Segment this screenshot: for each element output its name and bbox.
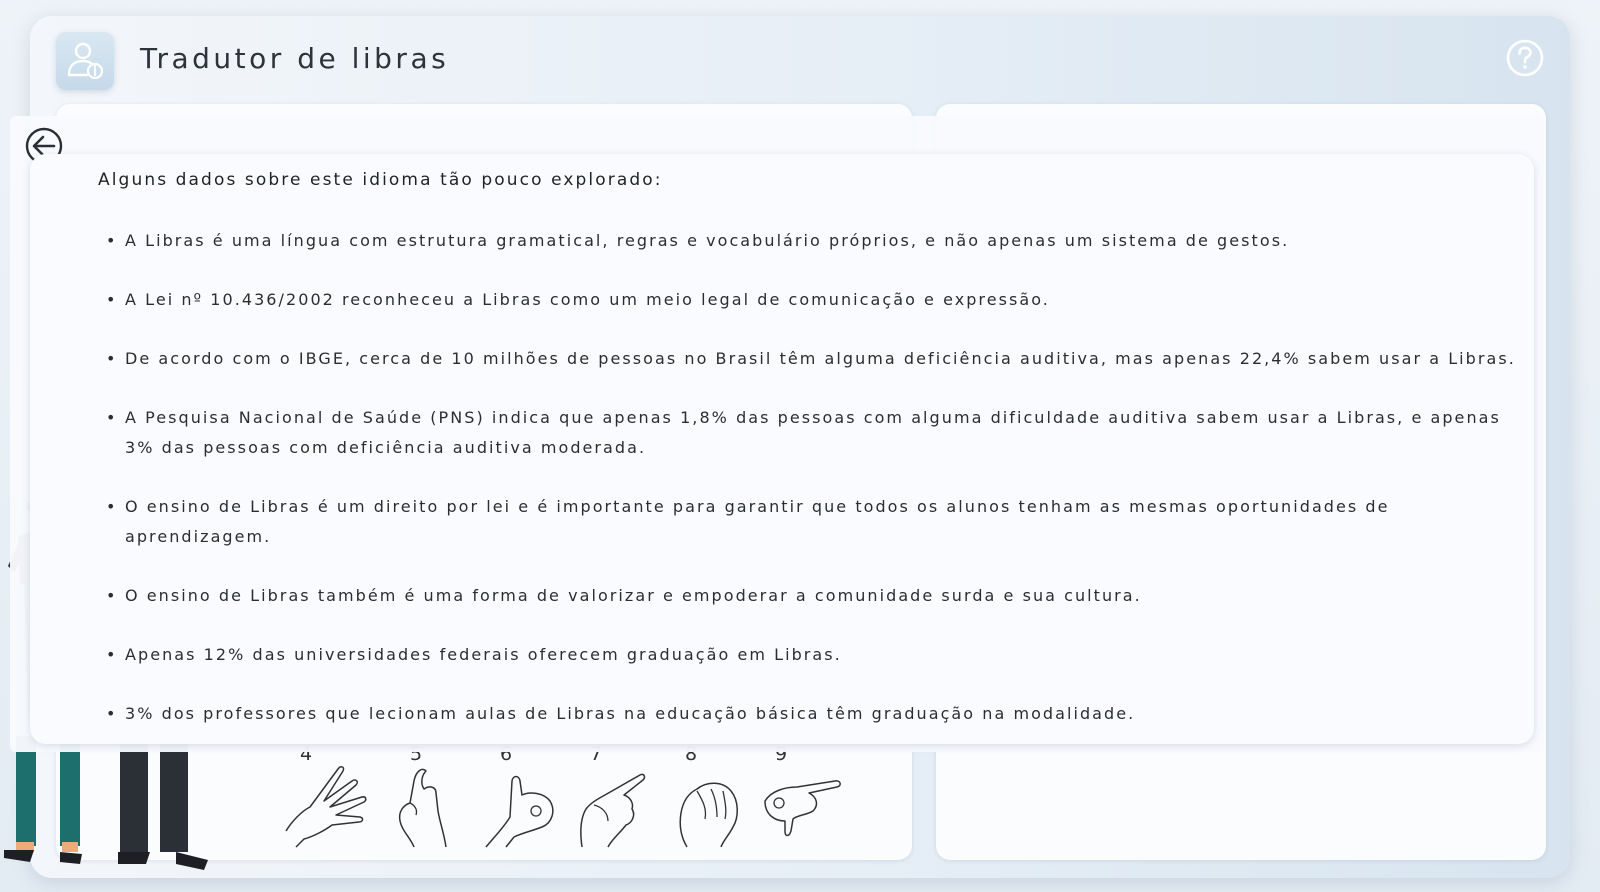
fact-item: • Apenas 12% das universidades federais o… xyxy=(106,645,842,664)
app-title: Tradutor de libras xyxy=(140,42,450,75)
user-info-icon xyxy=(56,32,114,90)
hand-sign-8-icon xyxy=(679,782,738,848)
hand-sign-6-icon xyxy=(485,775,554,848)
hand-signs-strip: 4 5 6 7 8 9 xyxy=(282,743,882,855)
facts-list: • A Libras é uma língua com estrutura gra… xyxy=(100,226,1530,758)
help-button[interactable] xyxy=(1505,38,1545,78)
fact-item: • 3% dos professores que lecionam aulas d… xyxy=(106,704,1136,723)
fact-item: • De acordo com o IBGE, cerca de 10 milhõ… xyxy=(106,349,1516,368)
fact-item: • A Pesquisa Nacional de Saúde (PNS) indi… xyxy=(106,408,1501,457)
hand-sign-5: 5 xyxy=(392,743,482,855)
hand-sign-7: 7 xyxy=(572,743,662,855)
hand-sign-4: 4 xyxy=(282,743,372,855)
hand-sign-4-icon xyxy=(285,766,367,848)
question-circle-icon xyxy=(1506,39,1544,77)
fact-item: • A Libras é uma língua com estrutura gra… xyxy=(106,231,1290,250)
fact-item: • O ensino de Libras é um direito por lei… xyxy=(106,497,1390,546)
hand-sign-9-icon xyxy=(764,780,841,837)
fact-item: • O ensino de Libras também é uma forma d… xyxy=(106,586,1142,605)
modal-heading: Alguns dados sobre este idioma tão pouco… xyxy=(98,170,663,190)
hand-sign-9: 9 xyxy=(757,743,847,855)
hand-sign-7-icon xyxy=(580,773,646,848)
hand-sign-8: 8 xyxy=(667,743,757,855)
hand-sign-6: 6 xyxy=(482,743,572,855)
hand-sign-5-icon xyxy=(398,768,447,848)
fact-item: • A Lei nº 10.436/2002 reconheceu a Libra… xyxy=(106,290,1050,309)
